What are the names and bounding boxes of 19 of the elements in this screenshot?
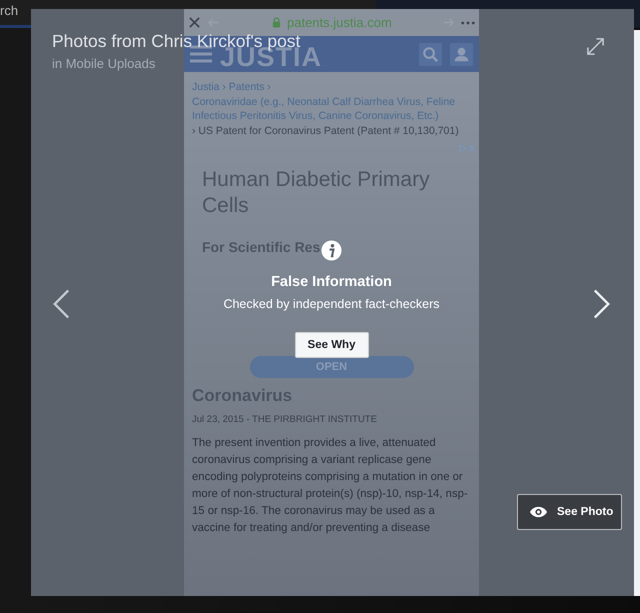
see-why-button[interactable]: See Why (294, 332, 368, 358)
warning-message: Checked by independent fact-checkers (223, 297, 440, 311)
eye-icon (529, 506, 548, 518)
category-link[interactable]: Coronaviridae (e.g., Neonatal Calf Diarrhea Virus, Feline Infectious Peritonitis Virus, Canine Coronavirus, Etc.) (192, 95, 473, 123)
lock-icon (272, 17, 281, 28)
user-icon[interactable] (450, 42, 473, 66)
more-icon[interactable] (461, 20, 475, 24)
info-icon (321, 240, 342, 261)
result-meta: Jul 23, 2015 - THE PIRBRIGHT INSTITUTE (192, 414, 378, 425)
breadcrumb[interactable]: Justia › Patents › (192, 80, 473, 94)
see-photo-button[interactable]: See Photo (517, 494, 622, 530)
search-text[interactable]: rch (0, 3, 18, 18)
url-text[interactable]: patents.justia.com (287, 15, 436, 30)
warning-title: False Information (271, 274, 392, 290)
result-abstract: The present invention provides a live, attenuated coronavirus comprising a variant replicase gene encoding polyproteins comprising a mutation in one or more of non-structural protein(s) (nsp)-10, nsp-14, nsp-15 or nsp-16. The coronavirus may be used as a vaccine for treating and/or preventing a disease (192, 436, 469, 536)
expand-icon[interactable] (586, 37, 605, 56)
close-icon[interactable] (188, 16, 201, 29)
page-title: › US Patent for Coronavirus Patent (Patent # 10,130,701) (192, 124, 460, 138)
search-icon[interactable] (419, 42, 442, 66)
